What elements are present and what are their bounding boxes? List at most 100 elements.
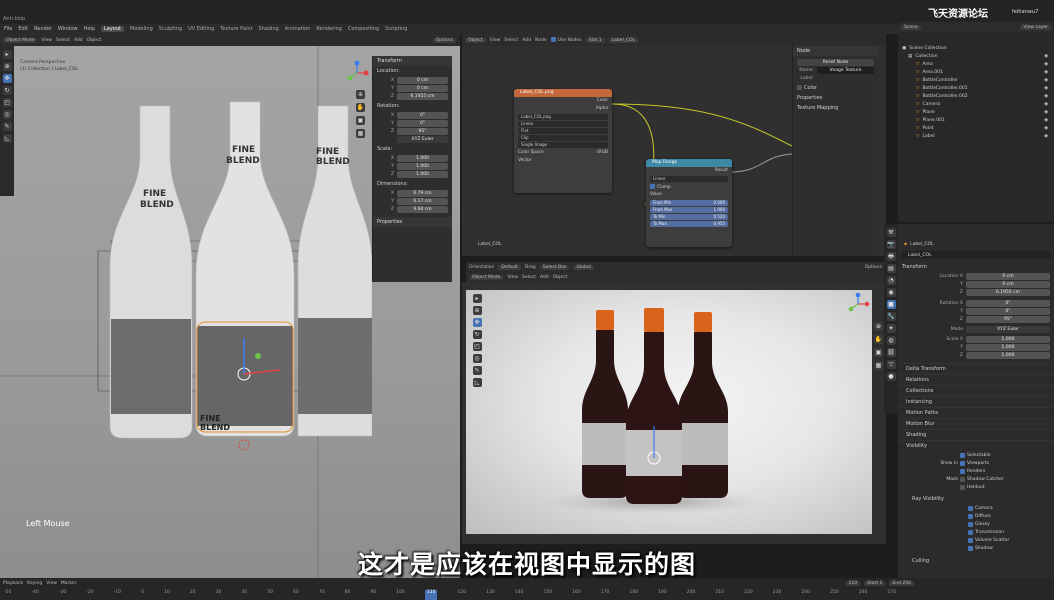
outliner-item[interactable]: ▽ Camera ◉	[898, 100, 1054, 108]
props-scale-x[interactable]: 1.000	[966, 336, 1050, 343]
render-move-tool-icon[interactable]: ✥	[472, 318, 482, 327]
node-object-select[interactable]: Object	[465, 37, 486, 43]
render-measure-tool-icon[interactable]: ◺	[472, 378, 482, 387]
location-x-field[interactable]: 0 cm	[397, 77, 448, 84]
visibility-eye-icon[interactable]: ◉	[1044, 54, 1048, 59]
tool-tab-icon[interactable]: ⚒	[886, 228, 896, 237]
start-frame-field[interactable]: Start 1	[864, 580, 886, 586]
use-nodes-checkbox[interactable]	[550, 37, 556, 42]
scene-tab-icon[interactable]: ◔	[886, 276, 896, 285]
view-layer-tab-icon[interactable]: ▤	[886, 264, 896, 273]
render-select-menu[interactable]: Select	[522, 275, 536, 280]
render-annotate-tool-icon[interactable]: ✎	[472, 366, 482, 375]
object-tab-icon[interactable]: ■	[886, 300, 896, 309]
material-tab-icon[interactable]: ●	[886, 372, 896, 381]
scene-select[interactable]: Scene	[901, 24, 921, 30]
render-select-box[interactable]: Select Box	[539, 264, 570, 270]
rotation-mode-select[interactable]: XYZ Euler	[397, 136, 448, 143]
props-rotation-z[interactable]: 95°	[966, 316, 1050, 323]
timeline[interactable]: Playback Keying View Marker 110 Start 1 …	[0, 578, 1054, 600]
render-rotate-tool-icon[interactable]: ↻	[472, 330, 482, 339]
props-section-motion-paths[interactable]: Motion Paths	[898, 407, 1054, 418]
outliner-item[interactable]: ▽ Area.001 ◉	[898, 68, 1054, 76]
render-global-select[interactable]: Global	[573, 264, 594, 270]
outliner-item[interactable]: ▤ Collection ◉	[898, 52, 1054, 60]
timeline-playback-menu[interactable]: Playback	[3, 581, 23, 586]
data-tab-icon[interactable]: ▽	[886, 360, 896, 369]
ray-visibility-item[interactable]: Diffuse	[898, 512, 1054, 520]
shadow-catcher-row[interactable]: Mask Shadow Catcher	[898, 475, 1054, 483]
props-section-collections[interactable]: Collections	[898, 385, 1054, 396]
viewport-3d[interactable]: ▸ ⊕ ✥ ↻ ◰ ◎ ✎ ◺ Camera Perspective (1) C…	[0, 46, 460, 578]
outliner-item[interactable]: ▽ BottleController ◉	[898, 76, 1054, 84]
ray-visibility-item[interactable]: Glossy	[898, 520, 1054, 528]
workspace-tab-animation[interactable]: Animation	[285, 26, 311, 32]
scale-z-field[interactable]: 1.000	[397, 171, 448, 178]
render-transform-tool-icon[interactable]: ◎	[472, 354, 482, 363]
visibility-eye-icon[interactable]: ◉	[1044, 134, 1048, 139]
ray-checkbox[interactable]	[968, 521, 973, 527]
ray-checkbox[interactable]	[968, 513, 973, 519]
menu-item-render[interactable]: Render	[34, 26, 52, 32]
select-menu[interactable]: Select	[56, 38, 70, 43]
navigation-gizmo-icon[interactable]	[344, 60, 370, 86]
props-scale-y[interactable]: 1.000	[966, 344, 1050, 351]
workspace-tab-modeling[interactable]: Modeling	[130, 26, 153, 32]
location-z-field[interactable]: 6.1955 cm	[397, 93, 448, 100]
props-section-delta-transform[interactable]: Delta Transform	[898, 363, 1054, 374]
map-range-field[interactable]: To Min 0.520	[650, 214, 728, 220]
image-file-select[interactable]: Label_COL.png	[518, 114, 608, 120]
props-rotation-y[interactable]: 0°	[966, 308, 1050, 315]
visibility-eye-icon[interactable]: ◉	[1044, 126, 1048, 131]
view-menu[interactable]: View	[41, 38, 52, 43]
map-range-mode-select[interactable]: Linear	[650, 176, 728, 182]
render-ortho-grid-icon[interactable]: ▦	[874, 361, 883, 370]
view-layer-select[interactable]: View Layer	[1020, 24, 1051, 30]
physics-tab-icon[interactable]: ◍	[886, 336, 896, 345]
render-navigation-gizmo-icon[interactable]	[846, 292, 870, 316]
world-tab-icon[interactable]: ◉	[886, 288, 896, 297]
current-frame-field[interactable]: 110	[845, 580, 861, 586]
workspace-tab-texture-paint[interactable]: Texture Paint	[220, 26, 252, 32]
visibility-eye-icon[interactable]: ◉	[1044, 78, 1048, 83]
camera-view-icon[interactable]: ▣	[356, 116, 365, 125]
props-section-relations[interactable]: Relations	[898, 374, 1054, 385]
visibility-eye-icon[interactable]: ◉	[1044, 110, 1048, 115]
scale-x-field[interactable]: 1.000	[397, 155, 448, 162]
image-texture-node[interactable]: Label_COL.png Color Alpha Label_COL.png …	[514, 89, 612, 193]
texture-mapping-section[interactable]: Texture Mapping	[793, 103, 878, 113]
render-mode-select[interactable]: Object Mode	[469, 274, 504, 280]
rendered-viewport[interactable]	[466, 290, 872, 534]
workspace-tab-rendering[interactable]: Rendering	[316, 26, 342, 32]
zoom-icon[interactable]: ⊕	[356, 90, 365, 99]
visibility-eye-icon[interactable]: ◉	[1044, 62, 1048, 67]
dimensions-x-field[interactable]: 6.79 cm	[397, 190, 448, 197]
ray-visibility-item[interactable]: Transmission	[898, 528, 1054, 536]
render-orientation-select[interactable]: Default	[498, 264, 521, 270]
menu-item-edit[interactable]: Edit	[18, 26, 28, 32]
timeline-ruler[interactable]: -50 -40 -30 -20 -10 0 10 20 30 40 50 60 70 80 90 100 110…	[0, 590, 900, 600]
visibility-eye-icon[interactable]: ◉	[1044, 86, 1048, 91]
props-location-y[interactable]: 0 cm	[966, 281, 1050, 288]
outliner-item[interactable]: ▽ BottleController.002 ◉	[898, 92, 1054, 100]
object-menu[interactable]: Object	[87, 38, 102, 43]
render-tab-icon[interactable]: 📷	[886, 240, 896, 249]
ray-visibility-item[interactable]: Volume Scatter	[898, 536, 1054, 544]
ortho-grid-icon[interactable]: ▦	[356, 129, 365, 138]
workspace-tab-scripting[interactable]: Scripting	[385, 26, 407, 32]
timeline-view-menu[interactable]: View	[46, 581, 57, 586]
node-node-menu[interactable]: Node	[535, 38, 547, 43]
menu-item-file[interactable]: File	[4, 26, 12, 32]
render-zoom-icon[interactable]: ⊕	[874, 322, 883, 331]
render-pan-hand-icon[interactable]: ✋	[874, 335, 883, 344]
scene-collection-row[interactable]: ▣ Scene Collection	[898, 44, 1054, 52]
viewport-options-button[interactable]: Options	[432, 37, 456, 43]
add-menu[interactable]: Add	[74, 38, 83, 43]
render-scale-tool-icon[interactable]: ◰	[472, 342, 482, 351]
visibility-eye-icon[interactable]: ◉	[1044, 118, 1048, 123]
interpolation-select[interactable]: Linear	[518, 121, 608, 127]
material-select[interactable]: Label_COL	[608, 37, 639, 43]
extension-select[interactable]: Clip	[518, 135, 608, 141]
projection-select[interactable]: Flat	[518, 128, 608, 134]
workspace-tab-compositing[interactable]: Compositing	[348, 26, 379, 32]
